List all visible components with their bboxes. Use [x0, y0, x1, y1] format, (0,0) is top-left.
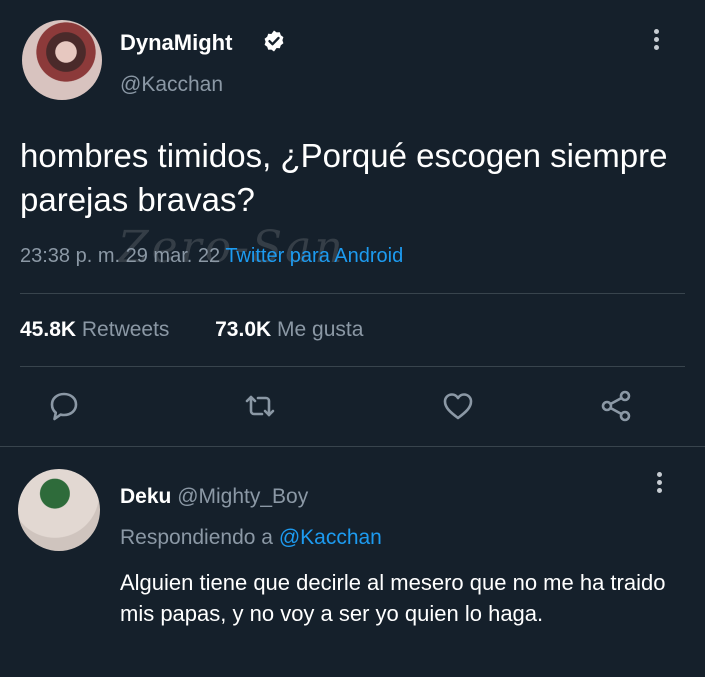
heart-icon[interactable] [440, 388, 476, 424]
divider [20, 293, 685, 294]
reply-icon[interactable] [46, 388, 82, 424]
tweet-time: 23:38 p. m. [20, 245, 121, 267]
tweet-date: 29 mar. 22 [125, 245, 221, 267]
display-name[interactable]: DynaMight [120, 30, 232, 56]
reply-display-name[interactable]: Deku [120, 485, 171, 508]
reply-tweet[interactable]: Deku @Mighty_Boy Respondiendo a @Kacchan… [0, 447, 705, 677]
handle[interactable]: @Kacchan [120, 73, 223, 97]
likes-count: 73.0K [215, 318, 272, 341]
likes-stat[interactable]: 73.0K Me gusta [215, 318, 363, 341]
tweet-stats: 45.8K Retweets 73.0K Me gusta [20, 318, 363, 342]
action-bar [0, 388, 705, 428]
main-tweet: DynaMight @Kacchan hombres timidos, ¿Por… [0, 0, 705, 446]
more-vertical-icon[interactable] [647, 469, 671, 499]
avatar[interactable] [22, 20, 102, 100]
mention-link[interactable]: @Kacchan [279, 526, 382, 549]
share-icon[interactable] [598, 388, 634, 424]
verified-badge-icon [264, 30, 284, 52]
tweet-source-link[interactable]: Twitter para Android [225, 245, 403, 267]
tweet-text: hombres timidos, ¿Porqué escogen siempre… [20, 137, 668, 218]
replying-to: Respondiendo a @Kacchan [120, 526, 382, 550]
reply-text: Alguien tiene que decirle al mesero que … [120, 570, 666, 626]
retweets-label: Retweets [81, 318, 170, 341]
reply-header: Deku @Mighty_Boy [120, 485, 308, 509]
more-vertical-icon[interactable] [644, 26, 668, 56]
avatar[interactable] [18, 469, 100, 551]
replying-prefix: Respondiendo a [120, 526, 273, 549]
divider [20, 366, 685, 367]
retweets-count: 45.8K [20, 318, 77, 341]
retweet-icon[interactable] [242, 388, 278, 424]
tweet-meta: 23:38 p. m. 29 mar. 22 Twitter para Andr… [20, 245, 403, 268]
reply-handle[interactable]: @Mighty_Boy [177, 485, 308, 508]
likes-label: Me gusta [277, 318, 364, 341]
retweets-stat[interactable]: 45.8K Retweets [20, 318, 169, 341]
